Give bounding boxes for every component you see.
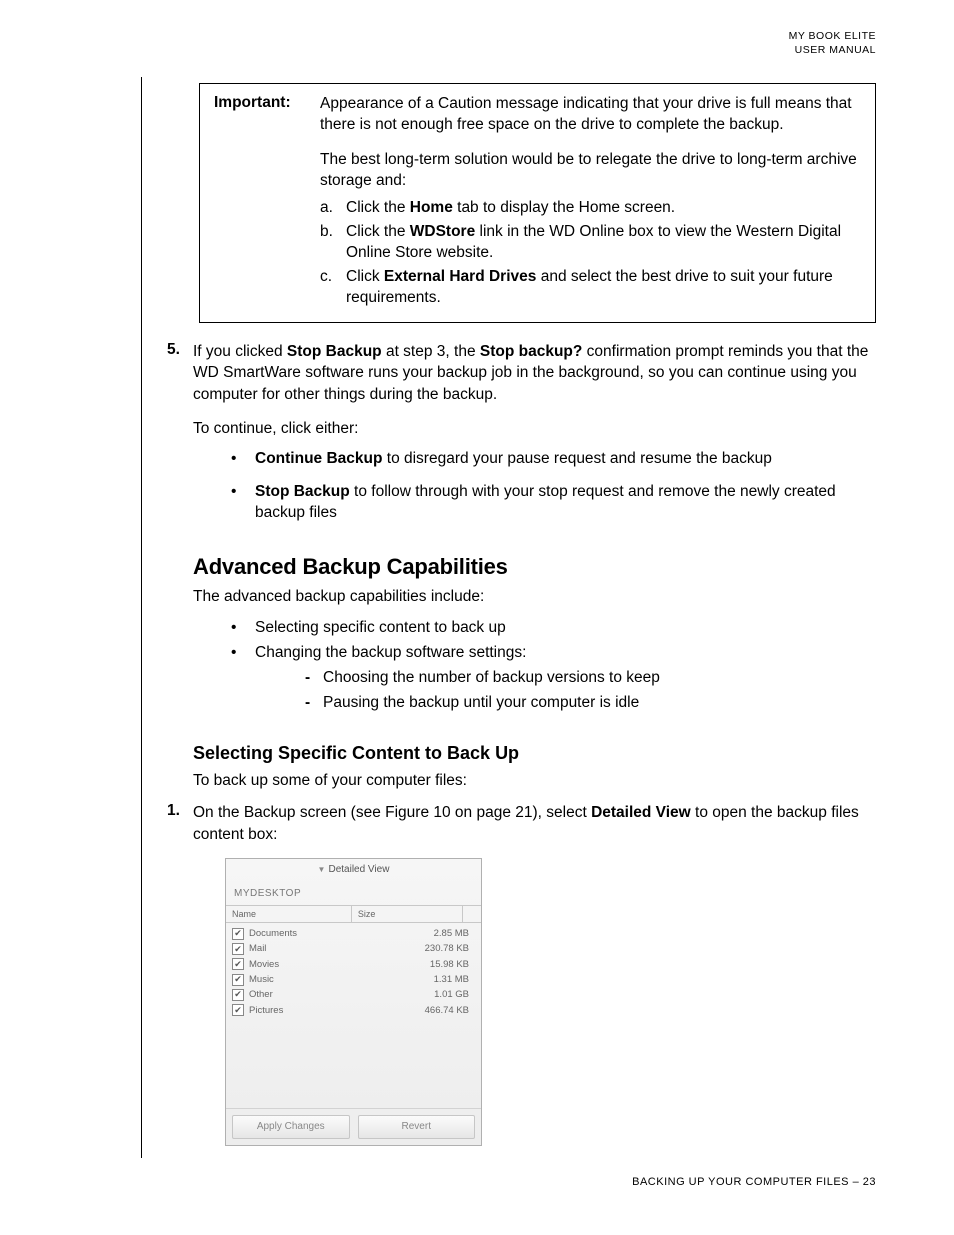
checkbox-icon[interactable]: ✔ bbox=[232, 989, 244, 1001]
table-row: ✔ Music1.31 MB bbox=[232, 972, 477, 987]
row-name: Movies bbox=[249, 958, 430, 971]
subsection-selecting-content: Selecting Specific Content to Back Up bbox=[193, 743, 876, 764]
detailed-view-screenshot: ▼Detailed View MYDESKTOP Name Size ✔ Docu… bbox=[225, 858, 482, 1146]
shot-rows-container: ✔ Documents2.85 MB ✔ Mail230.78 KB ✔ Movies15… bbox=[226, 923, 481, 1108]
checkbox-icon[interactable]: ✔ bbox=[232, 958, 244, 970]
stop-backup-bullet: •Stop Backup to follow through with your… bbox=[231, 482, 876, 524]
revert-button[interactable]: Revert bbox=[358, 1115, 476, 1139]
important-p1: Appearance of a Caution message indicati… bbox=[320, 94, 861, 136]
table-row: ✔ Other1.01 GB bbox=[232, 987, 477, 1002]
selecting-intro: To back up some of your computer files: bbox=[193, 770, 876, 792]
row-name: Documents bbox=[249, 927, 434, 940]
checkbox-icon[interactable]: ✔ bbox=[232, 1004, 244, 1016]
page-footer: BACKING UP YOUR COMPUTER FILES – 23 bbox=[632, 1176, 876, 1188]
header-line1: MY BOOK ELITE bbox=[789, 30, 876, 42]
advanced-intro: The advanced backup capabilities include… bbox=[193, 586, 876, 608]
bullet-change-settings: • Changing the backup software settings:… bbox=[231, 643, 876, 718]
page-header: MY BOOK ELITE USER MANUAL bbox=[78, 30, 876, 57]
important-item-b: b. Click the WDStore link in the WD Onli… bbox=[320, 222, 861, 264]
step-5-number: 5. bbox=[167, 341, 193, 440]
apply-changes-button[interactable]: Apply Changes bbox=[232, 1115, 350, 1139]
row-size: 1.01 GB bbox=[434, 988, 477, 1001]
bullet-select-content: •Selecting specific content to back up bbox=[231, 618, 876, 639]
dash-pause-idle: -Pausing the backup until your computer … bbox=[305, 693, 660, 714]
shot-device-name: MYDESKTOP bbox=[226, 881, 481, 905]
shot-title-bar: ▼Detailed View bbox=[226, 859, 481, 881]
dropdown-icon: ▼ bbox=[318, 865, 326, 874]
section-advanced-backup: Advanced Backup Capabilities bbox=[193, 554, 876, 580]
table-row: ✔ Documents2.85 MB bbox=[232, 926, 477, 941]
step-1: 1. On the Backup screen (see Figure 10 o… bbox=[169, 802, 876, 1146]
col-name: Name bbox=[226, 906, 352, 923]
step-5-p2: To continue, click either: bbox=[193, 418, 876, 440]
shot-column-headers: Name Size bbox=[226, 905, 481, 924]
table-row: ✔ Mail230.78 KB bbox=[232, 941, 477, 956]
row-name: Other bbox=[249, 988, 434, 1001]
row-size: 230.78 KB bbox=[425, 942, 477, 955]
row-size: 15.98 KB bbox=[430, 958, 477, 971]
step-5: 5. If you clicked Stop Backup at step 3,… bbox=[169, 341, 876, 440]
continue-backup-bullet: •Continue Backup to disregard your pause… bbox=[231, 449, 876, 470]
important-item-c: c. Click External Hard Drives and select… bbox=[320, 267, 861, 309]
row-size: 2.85 MB bbox=[434, 927, 477, 940]
checkbox-icon[interactable]: ✔ bbox=[232, 928, 244, 940]
col-size: Size bbox=[352, 906, 463, 923]
table-row: ✔ Movies15.98 KB bbox=[232, 957, 477, 972]
step-1-text: On the Backup screen (see Figure 10 on p… bbox=[193, 802, 876, 845]
important-item-a: a. Click the Home tab to display the Hom… bbox=[320, 198, 861, 219]
checkbox-icon[interactable]: ✔ bbox=[232, 943, 244, 955]
header-line2: USER MANUAL bbox=[795, 44, 876, 56]
row-name: Music bbox=[249, 973, 434, 986]
row-name: Mail bbox=[249, 942, 425, 955]
content-area: Important: Appearance of a Caution messa… bbox=[141, 77, 876, 1158]
important-label: Important: bbox=[214, 94, 320, 112]
important-box: Important: Appearance of a Caution messa… bbox=[199, 83, 876, 322]
row-size: 1.31 MB bbox=[434, 973, 477, 986]
table-row: ✔ Pictures466.74 KB bbox=[232, 1003, 477, 1018]
dash-versions: -Choosing the number of backup versions … bbox=[305, 668, 660, 689]
row-size: 466.74 KB bbox=[425, 1004, 477, 1017]
step-5-p1: If you clicked Stop Backup at step 3, th… bbox=[193, 341, 876, 406]
step-1-number: 1. bbox=[167, 802, 193, 1146]
row-name: Pictures bbox=[249, 1004, 425, 1017]
important-p2: The best long-term solution would be to … bbox=[320, 150, 861, 192]
checkbox-icon[interactable]: ✔ bbox=[232, 974, 244, 986]
